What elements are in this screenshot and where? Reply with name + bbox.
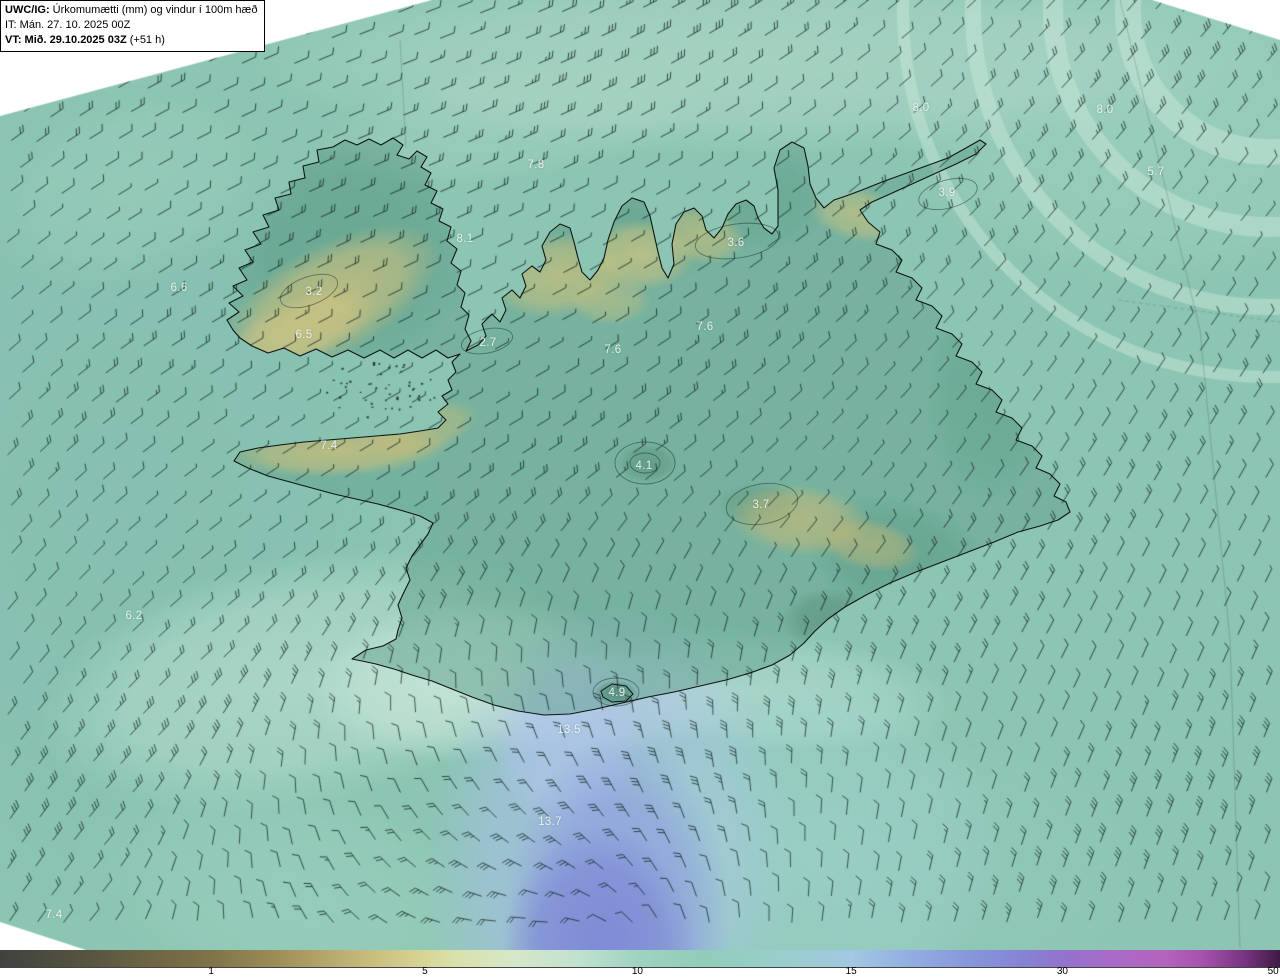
- valid-time: VT: Mið. 29.10.2025 03Z: [5, 33, 127, 46]
- weather-map-page: 7.8 8.0 8.0 5.7 3.9 8.1 3.6 6.6 3.2 7.6 6.5 2.7 7.6 7…: [0, 0, 1280, 978]
- title-line-valid: VT: Mið. 29.10.2025 03Z (+51 h): [5, 33, 257, 48]
- colorbar-tick: 5: [422, 966, 428, 977]
- colorbar-tick: 10: [631, 966, 643, 977]
- title-line-product: UWC/IG: Úrkomumætti (mm) og vindur í 100…: [5, 3, 257, 18]
- forecast-lead: (+51 h): [126, 33, 165, 46]
- model-name: UWC/IG:: [5, 4, 50, 16]
- title-line-init: IT: Mán. 27. 10. 2025 00Z: [5, 18, 131, 31]
- colorbar-tick: 50: [1267, 966, 1279, 977]
- colorbar-tick: 30: [1056, 966, 1068, 977]
- colorbar-tick-labels: 1 5 10 15 30 50: [0, 966, 1280, 978]
- precip-wind-field-canvas: [0, 0, 1280, 950]
- product-name: Úrkomumætti (mm) og vindur í 100m hæð: [49, 4, 258, 16]
- colorbar-tick: 15: [845, 966, 857, 977]
- colorbar-tick: 1: [208, 966, 214, 977]
- colorbar: 1 5 10 15 30 50: [0, 950, 1280, 978]
- model-title-box: UWC/IG: Úrkomumætti (mm) og vindur í 100…: [0, 0, 266, 52]
